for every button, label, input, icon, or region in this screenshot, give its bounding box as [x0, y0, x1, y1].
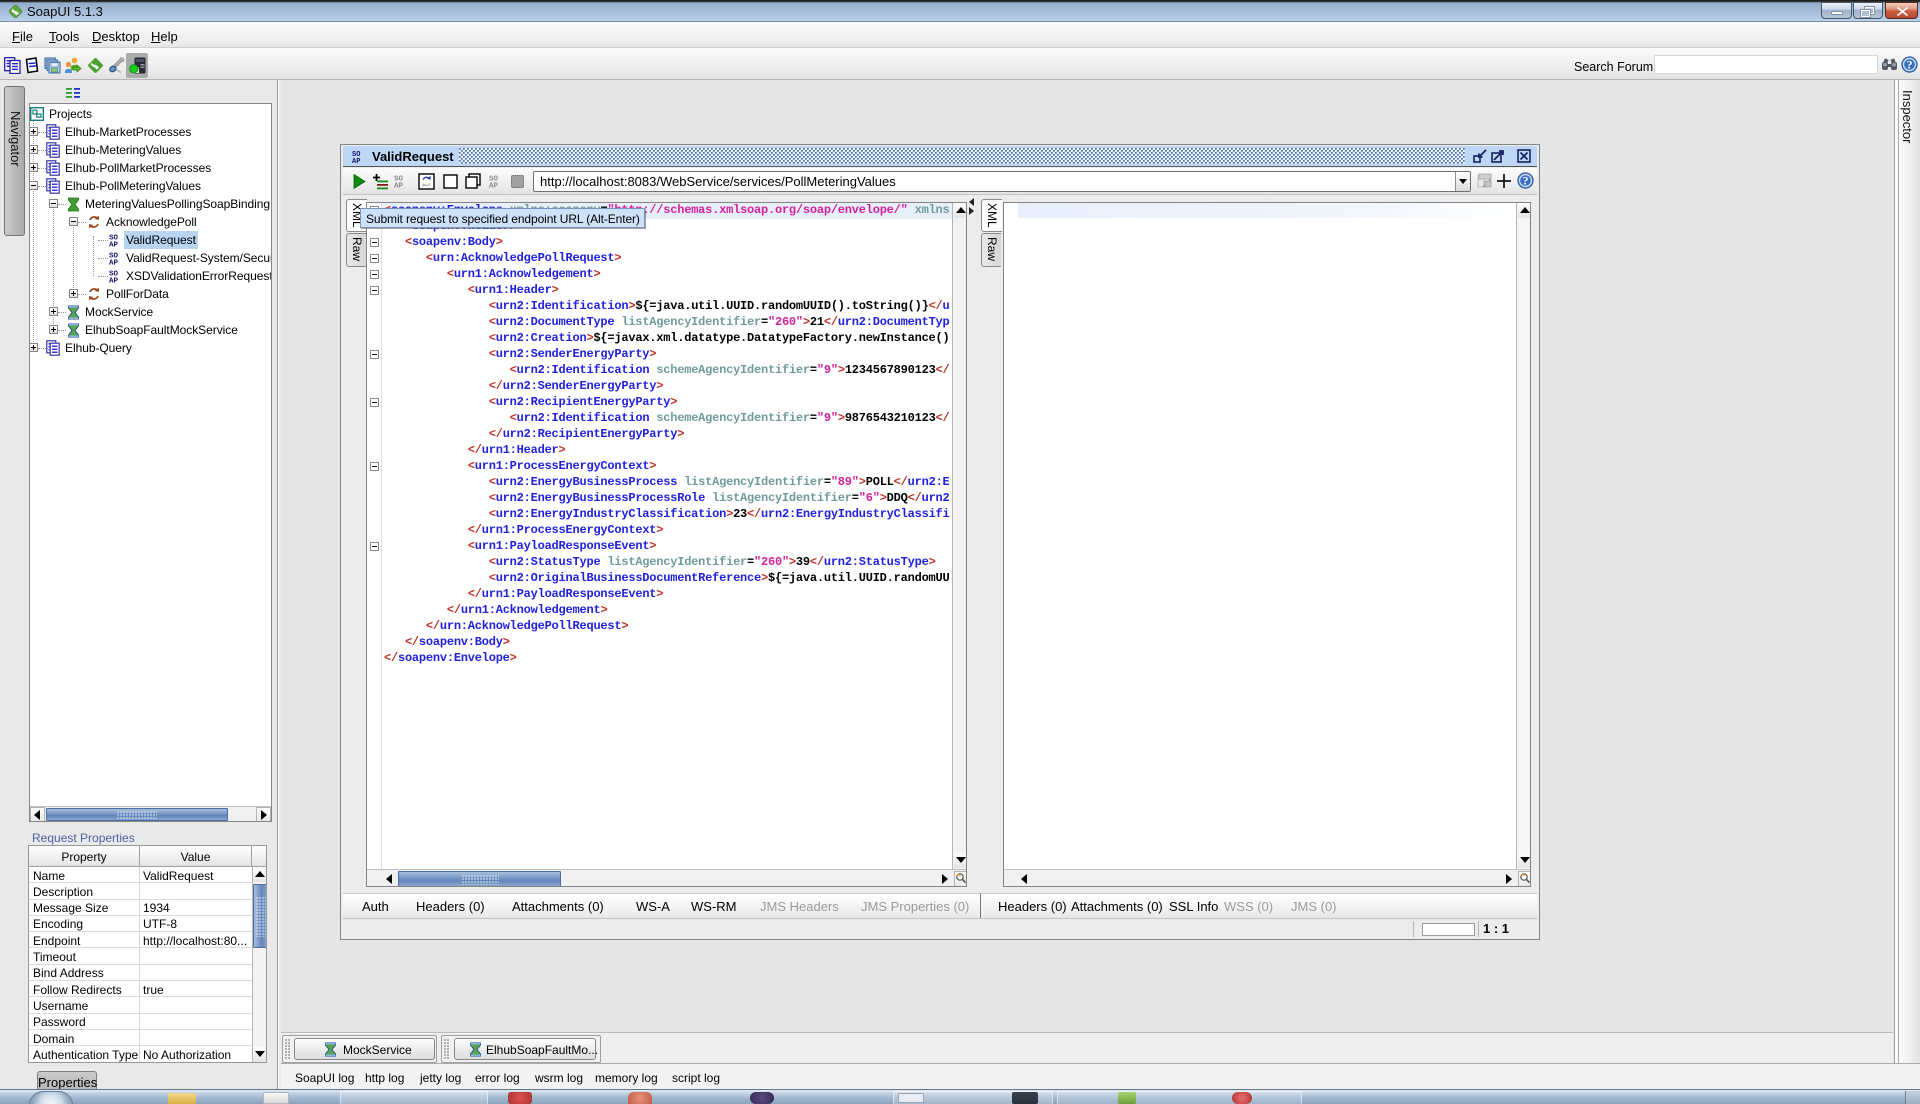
svg-text:?: ? — [1907, 58, 1913, 72]
svg-text:AP: AP — [394, 183, 404, 189]
svg-text:AP: AP — [109, 260, 119, 266]
svg-text:AP: AP — [352, 158, 360, 164]
svg-text:AP: AP — [109, 242, 119, 248]
svg-text:?: ? — [1523, 174, 1529, 188]
svg-text:AP: AP — [109, 278, 119, 284]
svg-text:AP: AP — [489, 183, 499, 189]
